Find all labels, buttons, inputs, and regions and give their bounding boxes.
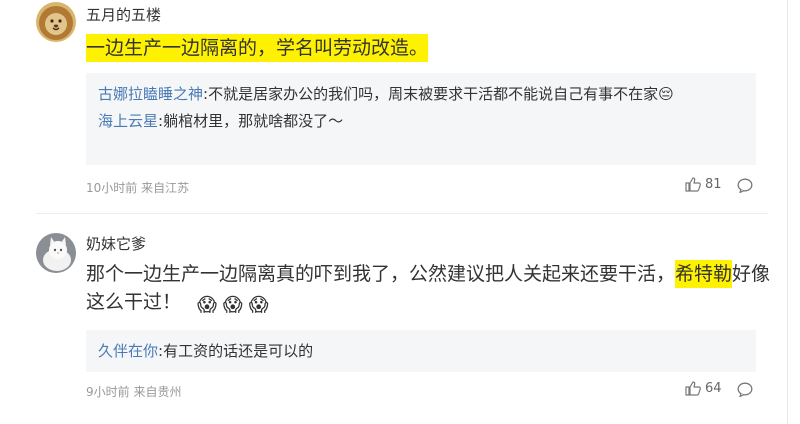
- username[interactable]: 五月的五楼: [86, 4, 161, 25]
- thumbs-up-icon: [685, 177, 701, 192]
- comment-location: 来自贵州: [133, 385, 182, 399]
- scream-emoji-icon: 😱: [197, 294, 217, 316]
- like-count: 81: [705, 177, 722, 192]
- avatar[interactable]: [36, 233, 76, 273]
- reply-text: :躺棺材里，那就啥都没了～: [158, 112, 344, 130]
- reply-box: 久伴在你:有工资的话还是可以的: [86, 330, 756, 372]
- comment-item: 奶妹它爹 那个一边生产一边隔离真的吓到我了，公然建议把人关起来还要干活，希特勒好…: [0, 213, 790, 424]
- comment-body: 那个一边生产一边隔离真的吓到我了，公然建议把人关起来还要干活，希特勒好像这么干过…: [86, 260, 776, 319]
- comment-time: 9小时前: [86, 385, 130, 399]
- scream-emoji-icon: 😱: [222, 294, 243, 316]
- comment-meta: 10小时前 来自江苏: [86, 179, 189, 196]
- reply-button[interactable]: [737, 382, 753, 401]
- comment-bubble-icon: [737, 178, 753, 194]
- reply-button[interactable]: [737, 178, 753, 197]
- comment-body: 一边生产一边隔离的，学名叫劳动改造。: [86, 34, 776, 62]
- reply-text: :不就是居家办公的我们吗，周末被要求干活都不能说自己有事不在家: [203, 85, 659, 103]
- reply-author[interactable]: 久伴在你: [98, 342, 158, 360]
- reply-item: 久伴在你:有工资的话还是可以的: [98, 338, 744, 365]
- thumbs-up-icon: [685, 381, 701, 396]
- reply-text: :有工资的话还是可以的: [158, 342, 314, 360]
- reply-item: 海上云星:躺棺材里，那就啥都没了～: [98, 108, 744, 135]
- like-button[interactable]: 81: [685, 177, 722, 192]
- emoji-group: 😱 😱 😱: [197, 291, 274, 319]
- lion-avatar-icon: [36, 2, 76, 42]
- comment-time: 10小时前: [86, 181, 138, 195]
- avatar[interactable]: [36, 2, 76, 42]
- comment-text: 那个一边生产一边隔离真的吓到我了，公然建议把人关起来还要干活，: [86, 263, 676, 285]
- comment-meta: 9小时前 来自贵州: [86, 383, 181, 400]
- comment-item: 五月的五楼 一边生产一边隔离的，学名叫劳动改造。 古娜拉瞌睡之神:不就是居家办公…: [0, 0, 790, 213]
- reply-box: 古娜拉瞌睡之神:不就是居家办公的我们吗，周末被要求干活都不能说自己有事不在家😔 …: [86, 73, 756, 165]
- comment-bubble-icon: [737, 382, 753, 398]
- pensive-emoji-icon: 😔: [658, 85, 674, 103]
- comment-location: 来自江苏: [141, 181, 190, 195]
- reply-author[interactable]: 海上云星: [98, 112, 158, 130]
- highlighted-text: 希特勒: [675, 260, 733, 288]
- username[interactable]: 奶妹它爹: [86, 233, 146, 254]
- reply-item: 古娜拉瞌睡之神:不就是居家办公的我们吗，周末被要求干活都不能说自己有事不在家😔: [98, 81, 744, 108]
- scream-emoji-icon: 😱: [248, 294, 269, 316]
- white-cat-avatar-icon: [36, 233, 76, 273]
- reply-author[interactable]: 古娜拉瞌睡之神: [98, 85, 203, 103]
- like-count: 64: [705, 381, 722, 396]
- like-button[interactable]: 64: [685, 381, 722, 396]
- highlighted-text: 一边生产一边隔离的，学名叫劳动改造。: [86, 34, 429, 62]
